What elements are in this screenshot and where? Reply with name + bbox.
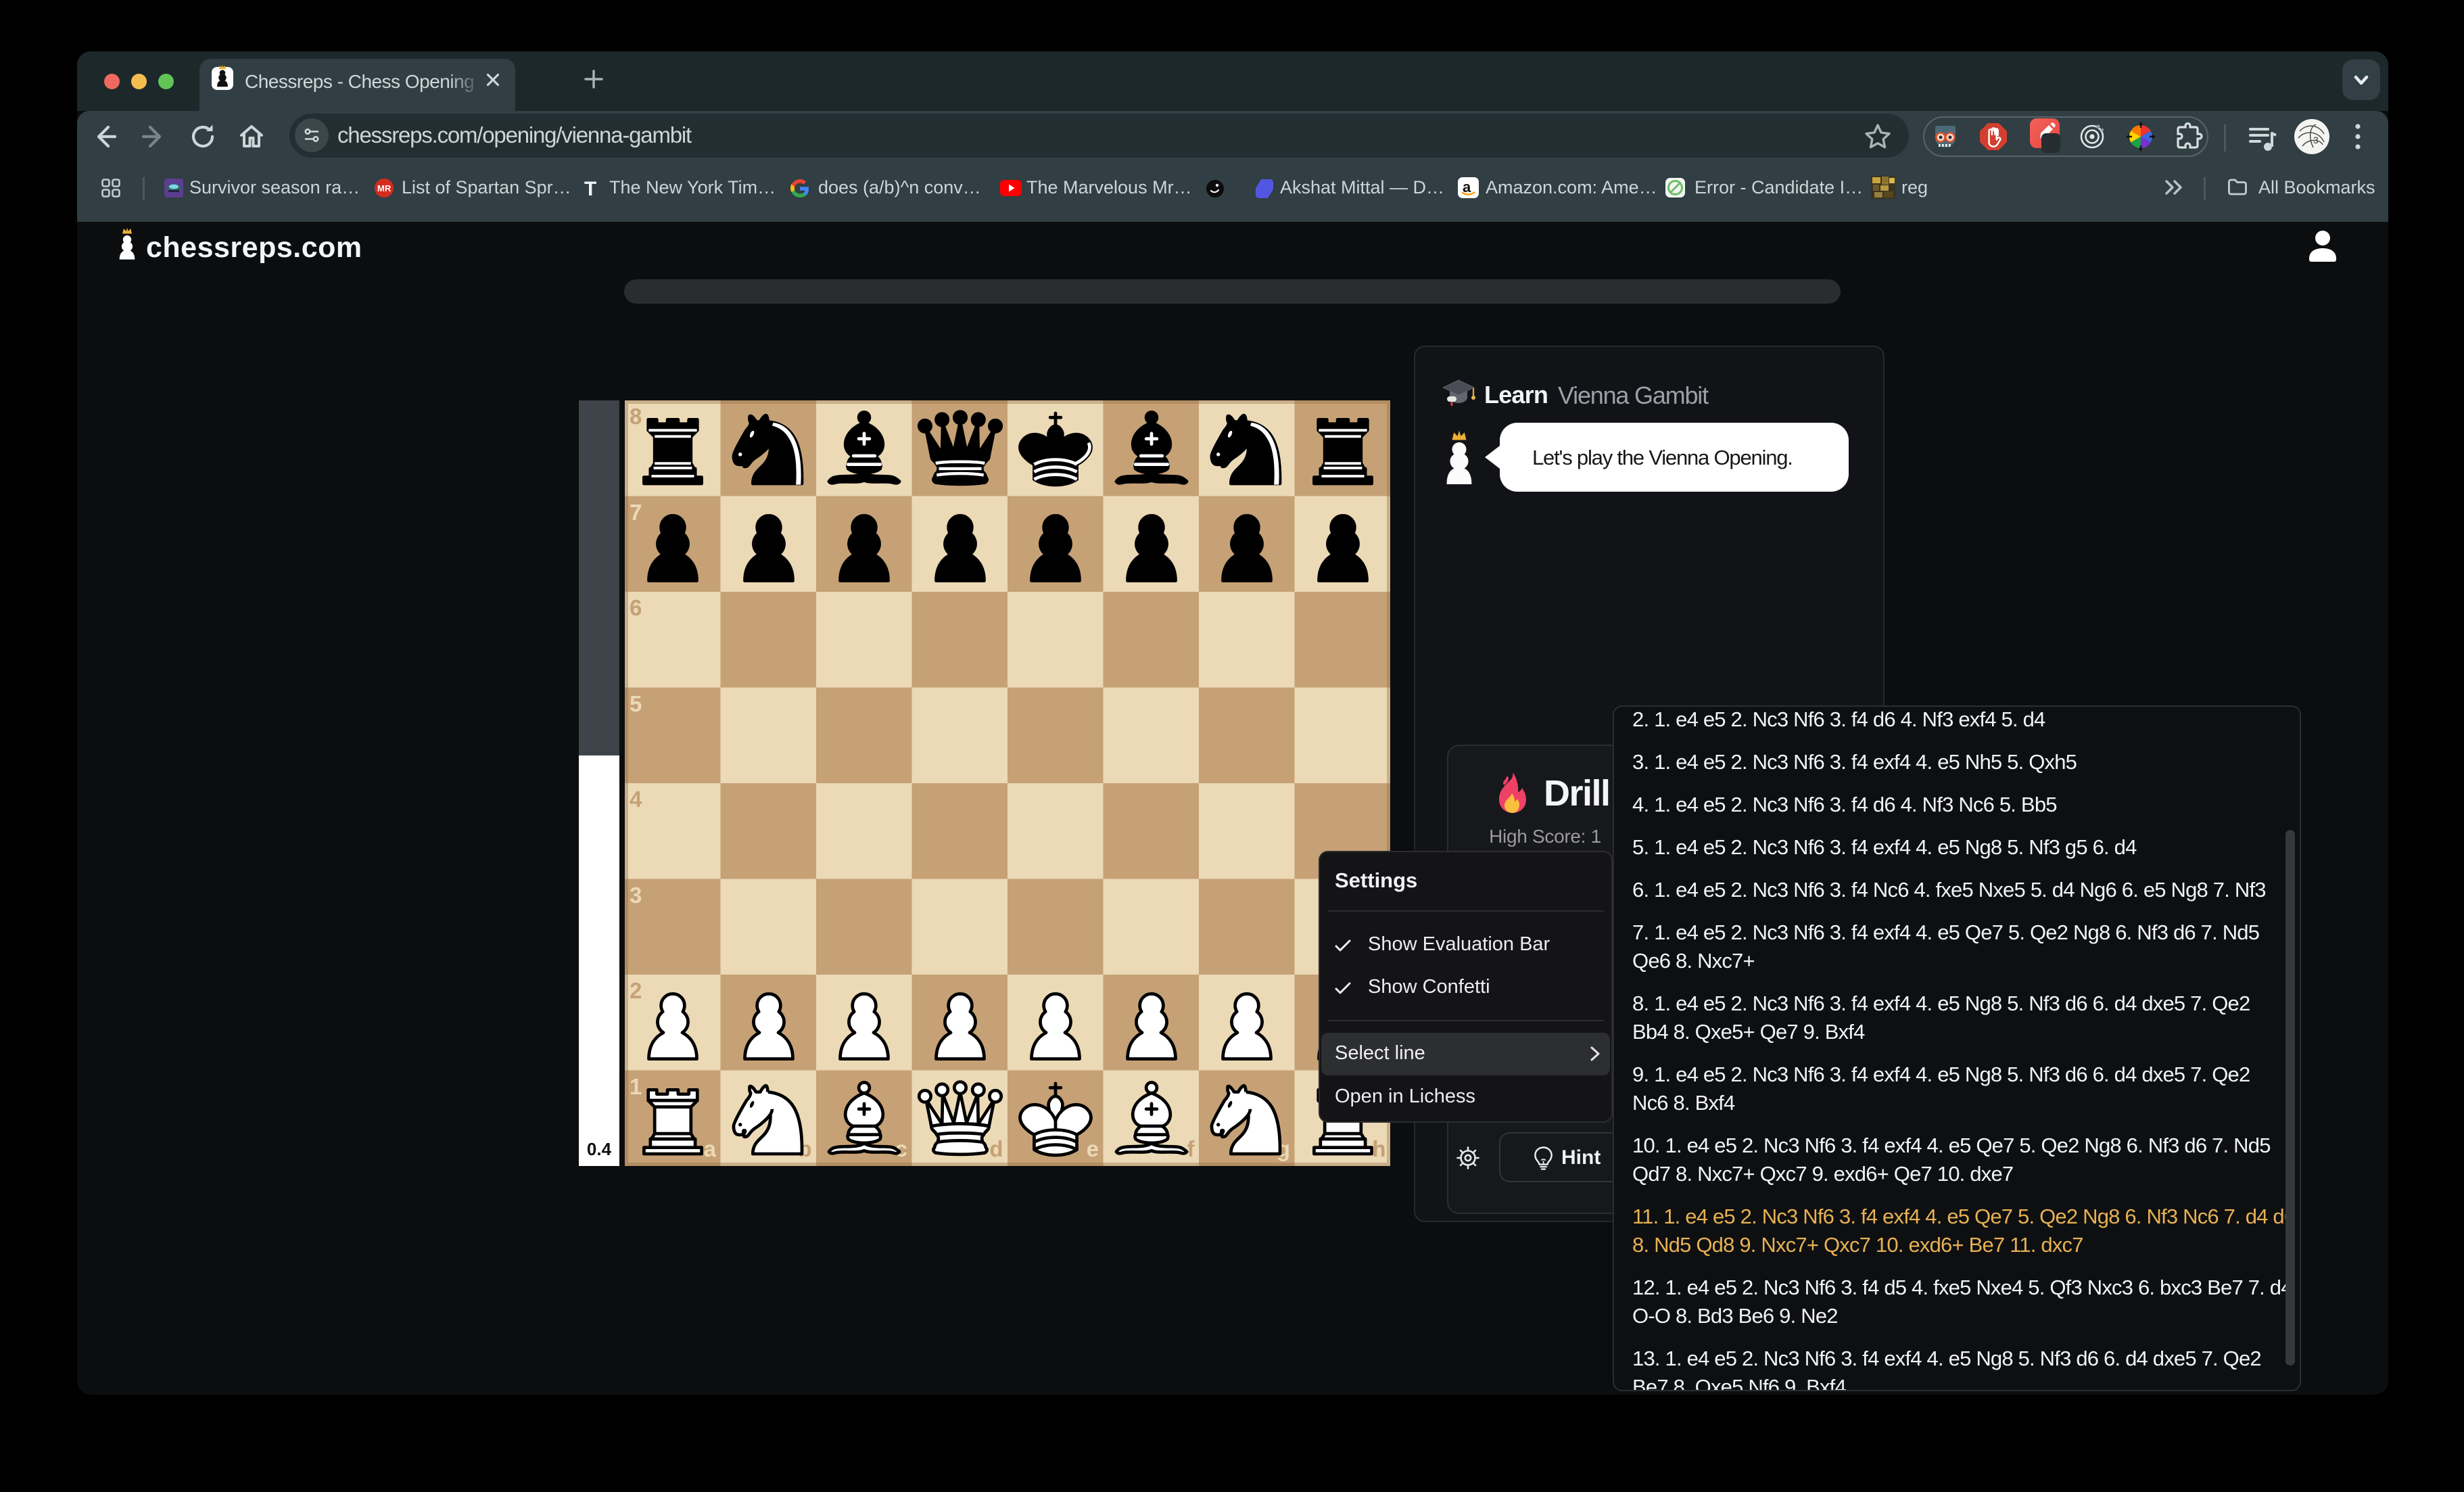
- svg-text:MR: MR: [377, 183, 392, 193]
- svg-text:T: T: [584, 178, 596, 199]
- svg-text:3: 3: [2313, 135, 2319, 145]
